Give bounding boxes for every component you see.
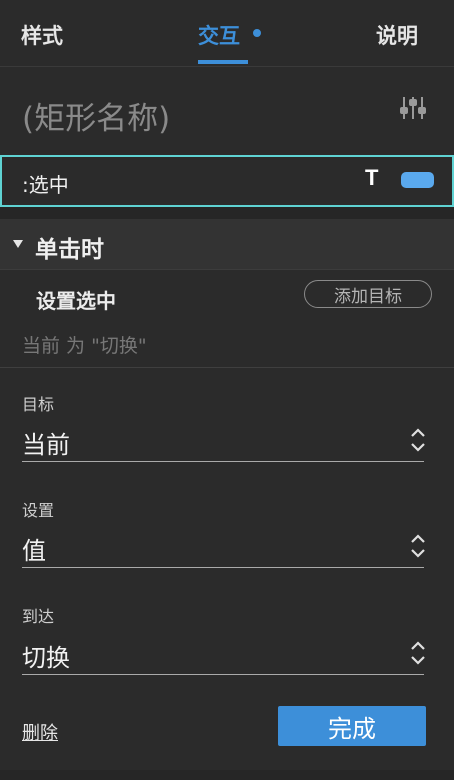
- set-select[interactable]: 值: [22, 527, 425, 568]
- to-value: 切换: [22, 644, 70, 672]
- target-label: 目标: [22, 395, 55, 414]
- bottom-strip: [0, 770, 454, 780]
- shape-name-row: (矩形名称): [0, 67, 454, 155]
- to-select[interactable]: 切换: [22, 634, 425, 675]
- active-tab-indicator: [198, 60, 248, 64]
- done-button[interactable]: 完成: [278, 706, 426, 746]
- event-header[interactable]: 单击时: [0, 219, 454, 270]
- target-value: 当前: [22, 431, 70, 459]
- sliders-icon[interactable]: [400, 95, 426, 121]
- unsaved-dot-icon: [253, 29, 261, 37]
- tab-bar: 样式 交互 说明: [0, 0, 454, 67]
- to-label: 到达: [22, 607, 55, 626]
- delete-link[interactable]: 删除: [22, 719, 58, 745]
- chevron-updown-icon: [411, 641, 425, 665]
- set-value: 值: [22, 537, 46, 565]
- chevron-updown-icon: [411, 534, 425, 558]
- event-title: 单击时: [35, 237, 104, 263]
- state-label: :选中: [22, 173, 69, 197]
- action-title: 设置选中: [36, 289, 116, 313]
- chevron-updown-icon: [411, 428, 425, 452]
- fill-color-chip[interactable]: [401, 172, 434, 188]
- add-target-button[interactable]: 添加目标: [304, 280, 432, 308]
- text-style-icon[interactable]: T: [365, 165, 378, 191]
- shape-name-input[interactable]: (矩形名称): [22, 93, 170, 138]
- divider: [0, 367, 454, 368]
- collapse-triangle-icon[interactable]: [13, 240, 23, 248]
- tab-notes[interactable]: 说明: [376, 20, 418, 50]
- selected-state-row[interactable]: :选中 T: [0, 155, 454, 207]
- section-gap: [0, 207, 454, 219]
- target-select[interactable]: 当前: [22, 421, 425, 462]
- action-description: 当前 为 "切换": [22, 335, 147, 357]
- tab-interactions[interactable]: 交互: [198, 20, 240, 50]
- set-label: 设置: [22, 501, 55, 520]
- tab-style[interactable]: 样式: [21, 20, 63, 50]
